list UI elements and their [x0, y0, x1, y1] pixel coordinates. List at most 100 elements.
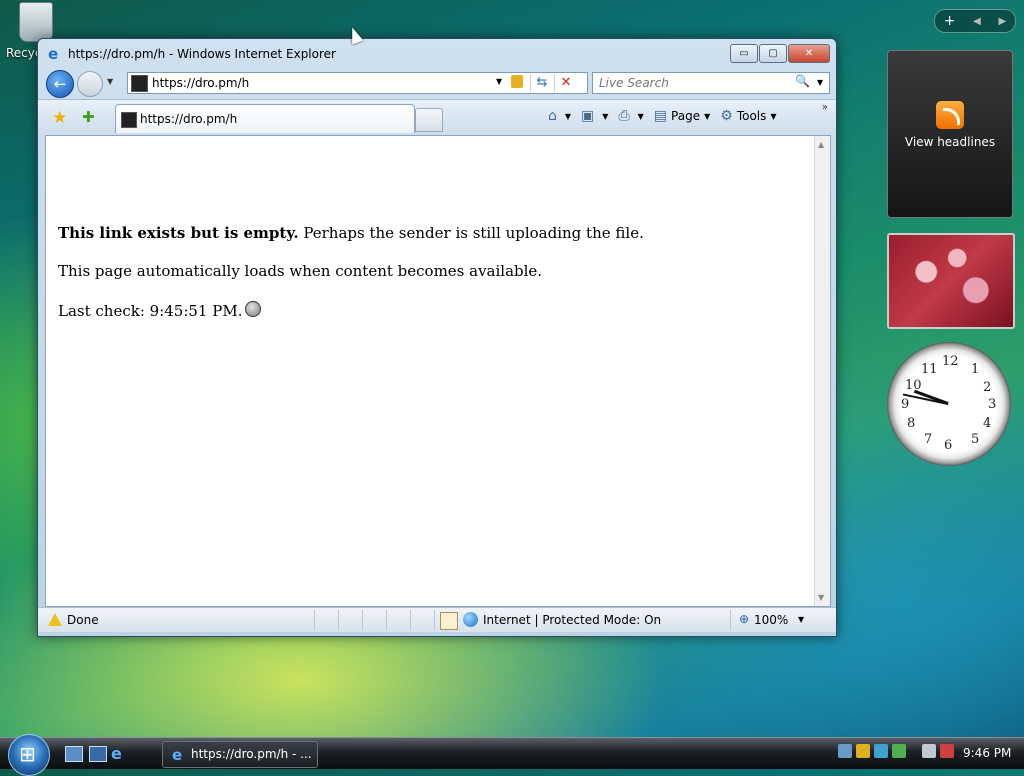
recent-pages-dropdown-icon[interactable]: ▼ [107, 77, 113, 86]
print-button[interactable]: ⎙ ▼ [618, 108, 643, 124]
new-tab-button[interactable] [415, 108, 443, 132]
feed-gadget-label[interactable]: View headlines [888, 135, 1012, 149]
clock-number: 7 [924, 432, 933, 447]
command-bar: ⌂ ▼ ▣ ▼ ⎙ ▼ ▤ Page ▼ ⚙ Tools ▼ [548, 108, 787, 124]
clock-number: 1 [971, 362, 980, 377]
zoom-dropdown-icon[interactable]: ▼ [798, 615, 804, 624]
site-favicon-icon [131, 75, 148, 92]
search-icon[interactable]: 🔍 [795, 74, 810, 88]
address-bar[interactable]: https://dro.pm/h ▼ ⇆ ✕ [127, 72, 588, 94]
taskbar-ie-button[interactable]: e https://dro.pm/h - ... [162, 741, 318, 768]
tab-title: https://dro.pm/h [140, 112, 238, 126]
warning-icon [48, 613, 62, 626]
show-desktop-icon[interactable] [65, 746, 83, 762]
search-options-dropdown-icon[interactable]: ▼ [817, 78, 823, 87]
chevron-more-icon[interactable]: » [822, 102, 828, 113]
minimize-button[interactable]: ▭ [730, 44, 758, 63]
tray-icon[interactable] [892, 744, 906, 758]
feeds-button[interactable]: ▣ ▼ [581, 108, 608, 124]
security-shield-icon[interactable] [856, 744, 870, 758]
status-text: Done [67, 613, 99, 627]
maximize-button[interactable]: ▢ [759, 44, 787, 63]
tab-active[interactable]: https://dro.pm/h [115, 104, 415, 133]
sidebar-next-button[interactable]: ▶ [998, 16, 1006, 27]
refresh-button[interactable]: ⇆ [530, 74, 553, 92]
address-dropdown-icon[interactable]: ▼ [496, 77, 502, 86]
slideshow-gadget[interactable] [887, 233, 1015, 329]
scroll-up-icon[interactable]: ▲ [818, 140, 824, 149]
ie-window: e https://dro.pm/h - Windows Internet Ex… [37, 38, 837, 637]
empty-link-detail: Perhaps the sender is still uploading th… [298, 224, 644, 242]
feed-headlines-gadget[interactable]: View headlines [887, 50, 1013, 218]
tray-icon[interactable] [874, 744, 888, 758]
clock-number: 8 [907, 416, 916, 431]
tab-favicon-icon [121, 112, 137, 128]
address-row: ← ▼ https://dro.pm/h ▼ ⇆ ✕ 🔍 ▼ [43, 69, 831, 98]
sidebar-prev-button[interactable]: ◀ [973, 16, 981, 27]
page-icon: ▤ [653, 108, 668, 124]
printer-icon: ⎙ [618, 108, 630, 124]
start-button[interactable] [8, 734, 50, 776]
ie-logo-icon: e [172, 746, 183, 764]
clock-gadget[interactable]: 12 1 2 3 4 5 6 7 8 9 10 11 [887, 342, 1011, 466]
protected-mode-icon[interactable] [440, 612, 458, 630]
zoom-icon[interactable]: ⊕ [739, 612, 749, 626]
system-tray [838, 744, 958, 758]
clock-number: 3 [988, 397, 997, 412]
home-button[interactable]: ⌂ ▼ [548, 108, 571, 124]
close-button[interactable]: ✕ [788, 44, 830, 63]
search-box[interactable]: 🔍 ▼ [592, 72, 830, 94]
favorites-star-icon[interactable]: ★ [52, 108, 67, 128]
taskbar-clock[interactable]: 9:46 PM [963, 746, 1011, 760]
page-menu-label: Page [671, 109, 701, 123]
loading-spinner-icon [245, 301, 262, 317]
clock-number: 6 [944, 438, 953, 453]
tools-menu-label: Tools [736, 109, 767, 123]
clock-number: 4 [983, 416, 992, 431]
clock-number: 5 [971, 432, 980, 447]
message-line-3: Last check: 9:45:51 PM. [58, 301, 262, 320]
search-input[interactable] [597, 75, 791, 91]
page-content: This link exists but is empty. Perhaps t… [45, 135, 831, 607]
switch-windows-icon[interactable] [89, 746, 107, 762]
home-icon: ⌂ [548, 108, 557, 124]
address-input[interactable]: https://dro.pm/h [152, 76, 249, 90]
vertical-scrollbar[interactable]: ▲ ▼ [814, 136, 830, 606]
message-line-1: This link exists but is empty. Perhaps t… [58, 224, 644, 242]
taskbar: e e https://dro.pm/h - ... 9:46 PM [0, 734, 1024, 776]
lock-icon[interactable] [511, 75, 523, 88]
network-tray-icon[interactable] [838, 744, 852, 758]
ie-quicklaunch-icon[interactable]: e [111, 744, 127, 763]
clock-number: 2 [983, 380, 992, 395]
last-check-text: Last check: 9:45:51 PM. [58, 302, 243, 320]
clock-number: 12 [942, 354, 959, 369]
message-line-2: This page automatically loads when conte… [58, 262, 543, 280]
add-favorites-icon[interactable]: ✚ [82, 108, 95, 126]
status-bar: Done Internet | Protected Mode: On ⊕ 100… [38, 607, 836, 632]
clock-number: 11 [921, 362, 938, 377]
tools-menu[interactable]: ⚙ Tools ▼ [720, 108, 776, 124]
back-button[interactable]: ← [46, 70, 74, 98]
forward-button[interactable] [77, 71, 103, 97]
feeds-icon: ▣ [581, 108, 595, 124]
zoom-level[interactable]: 100% [754, 613, 788, 627]
title-bar[interactable]: e https://dro.pm/h - Windows Internet Ex… [38, 39, 836, 69]
add-gadget-button[interactable]: + [944, 13, 956, 29]
volume-muted-icon[interactable] [940, 744, 954, 758]
empty-link-heading: This link exists but is empty. [58, 224, 299, 242]
ie-logo-icon: e [48, 45, 59, 63]
tab-row: ★ ✚ https://dro.pm/h ⌂ ▼ ▣ ▼ ⎙ ▼ ▤ Page ▼ ⚙ To… [38, 99, 836, 136]
window-title: https://dro.pm/h - Windows Internet Expl… [68, 47, 336, 61]
globe-icon [463, 612, 478, 627]
page-menu[interactable]: ▤ Page ▼ [654, 108, 710, 124]
taskbar-button-label: https://dro.pm/h - ... [191, 747, 312, 761]
network-icon[interactable] [922, 744, 936, 758]
gear-icon: ⚙ [720, 108, 733, 124]
rss-icon [936, 101, 964, 129]
scroll-down-icon[interactable]: ▼ [818, 593, 824, 602]
recycle-bin-icon [19, 2, 53, 42]
stop-button[interactable]: ✕ [554, 74, 577, 92]
security-zone-label[interactable]: Internet | Protected Mode: On [483, 613, 661, 627]
sidebar-controls: + ◀ ▶ [934, 9, 1016, 33]
clock-number: 9 [901, 397, 910, 412]
